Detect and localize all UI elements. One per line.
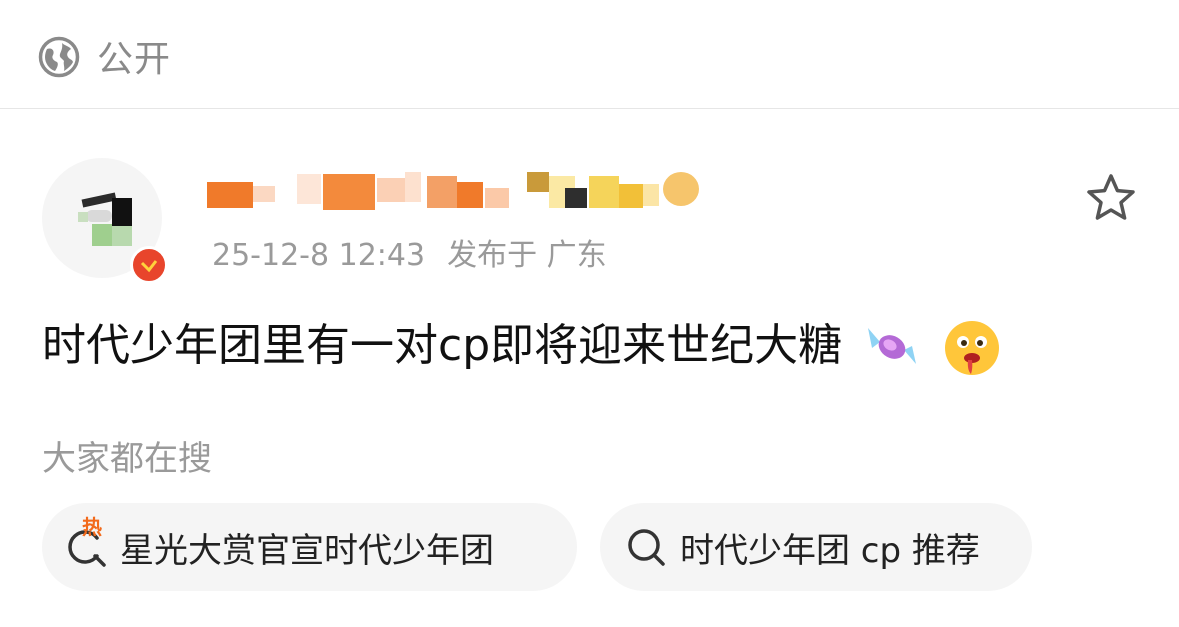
username-pixel (619, 184, 643, 208)
search-suggestion-chip[interactable]: 热 星光大赏官宣时代少年团 (42, 503, 577, 591)
username-pixel (207, 182, 253, 208)
username-pixelated[interactable] (205, 168, 705, 214)
search-suggestion-label: 星光大赏官宣时代少年团 (120, 530, 494, 571)
username-pixel (565, 188, 587, 208)
star-icon[interactable] (1085, 173, 1137, 223)
search-suggestion-label: 时代少年团 cp 推荐 (680, 530, 980, 571)
username-pixel (589, 176, 619, 208)
avatar-pixel (78, 212, 88, 222)
username-pixel (377, 178, 407, 202)
hot-tag: 热 (82, 515, 102, 539)
hot-search-icon: 热 (64, 516, 110, 570)
post-meta: 25-12-8 12:43 发布于 广东 (212, 236, 629, 276)
post-timestamp: 25-12-8 12:43 (212, 238, 426, 273)
avatar-pixel (112, 226, 132, 246)
post-text: 时代少年团里有一对cp即将迎来世纪大糖 (42, 320, 843, 371)
username-pixel (427, 176, 457, 208)
drooling-face-emoji (945, 321, 1000, 375)
avatar-pixel (112, 198, 132, 226)
globe-icon (38, 36, 80, 78)
search-icon (628, 529, 665, 566)
search-heading: 大家都在搜 (42, 439, 212, 479)
post-content: 时代少年团里有一对cp即将迎来世纪大糖 (42, 316, 1002, 378)
avatar-pixel (86, 210, 112, 222)
username-pixel (643, 184, 659, 206)
username-pixel (297, 174, 321, 204)
username-pixel (663, 172, 699, 206)
checkmark-icon (140, 260, 158, 273)
username-pixel (323, 174, 375, 210)
verified-badge (130, 246, 168, 284)
post-location: 发布于 广东 (447, 238, 607, 273)
username-pixel (405, 172, 421, 202)
search-suggestion-chip[interactable]: 时代少年团 cp 推荐 (600, 503, 1032, 591)
username-pixel (457, 182, 483, 208)
candy-emoji (868, 328, 917, 364)
username-pixel (485, 188, 509, 208)
username-pixel (527, 172, 549, 192)
username-pixel (253, 186, 275, 202)
visibility-bar[interactable]: 公开 (0, 0, 1179, 109)
visibility-label: 公开 (97, 39, 172, 80)
avatar-pixel (92, 224, 112, 246)
